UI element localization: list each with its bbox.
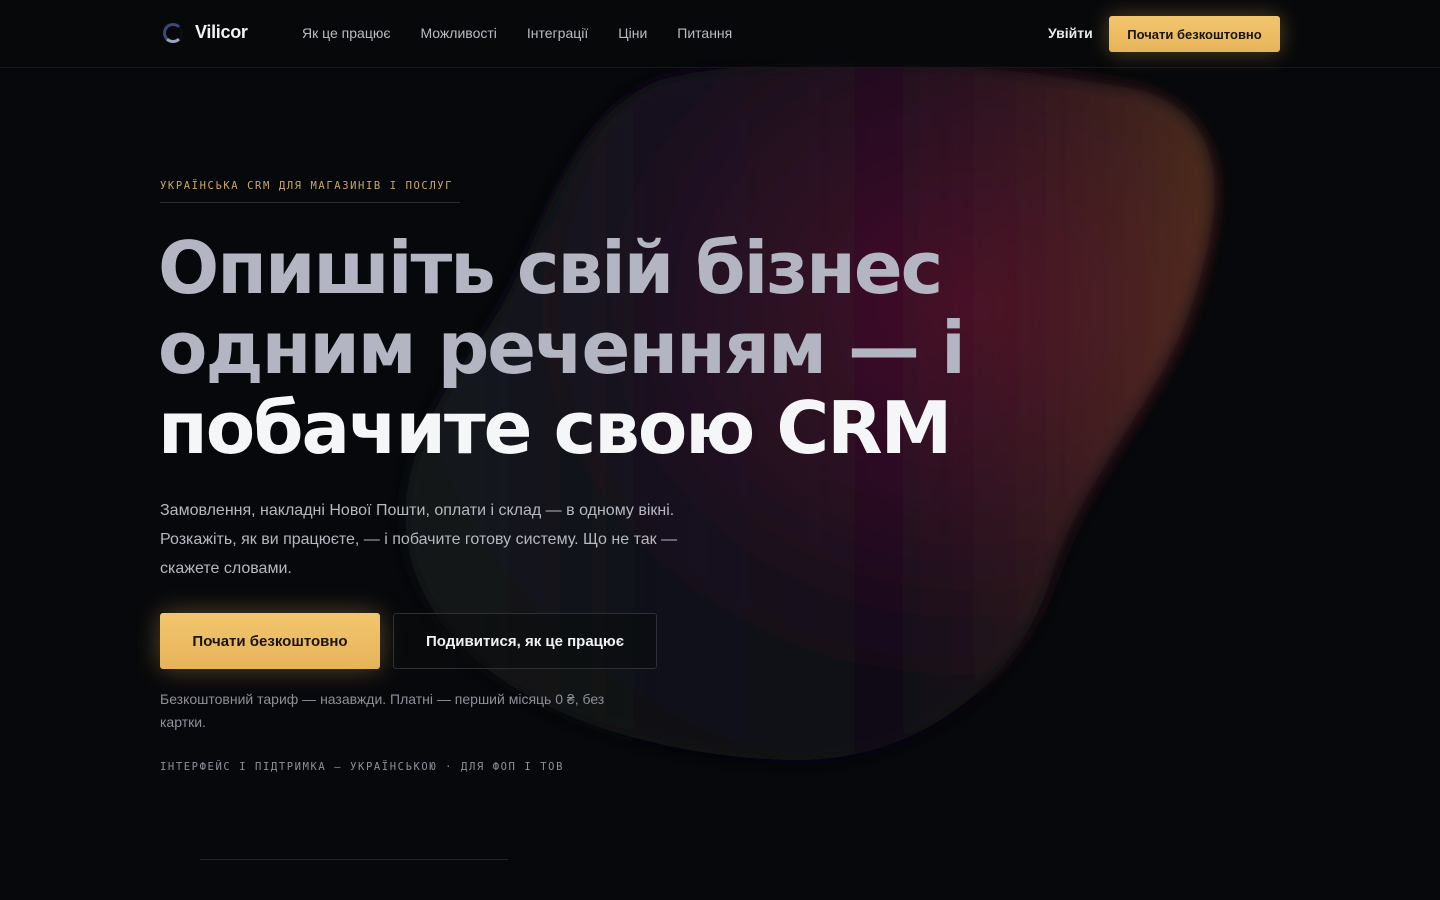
- nav-features[interactable]: Можливості: [420, 25, 496, 41]
- brand-logo[interactable]: Vilicor: [163, 22, 248, 43]
- hero-eyebrow: УКРАЇНСЬКА CRM ДЛЯ МАГАЗИНІВ І ПОСЛУГ: [160, 180, 460, 203]
- nav-pricing[interactable]: Ціни: [618, 25, 647, 41]
- header-start-free-button[interactable]: Почати безкоштовно: [1109, 16, 1280, 52]
- pricing-note: Безкоштовний тариф — назавжди. Платні — …: [160, 691, 605, 730]
- start-free-button[interactable]: Почати безкоштовно: [160, 613, 380, 669]
- support-tagline: ІНТЕРФЕЙС І ПІДТРИМКА — УКРАЇНСЬКОЮ · ДЛ…: [160, 761, 564, 773]
- ring-logo-icon: [163, 22, 183, 43]
- headline-line-1: Опишіть свій бізнес: [158, 226, 943, 310]
- hero-headline: Опишіть свій бізнес одним реченням — і п…: [158, 228, 1158, 468]
- main-nav: Як це працює Можливості Інтеграції Ціни …: [302, 25, 732, 41]
- nav-faq[interactable]: Питання: [677, 25, 732, 41]
- nav-integrations[interactable]: Інтеграції: [527, 25, 588, 41]
- divider: [200, 859, 508, 860]
- nav-how-it-works[interactable]: Як це працює: [302, 25, 390, 41]
- headline-line-2: одним реченням — і: [158, 306, 966, 390]
- see-how-it-works-button[interactable]: Подивитися, як це працює: [393, 613, 657, 669]
- headline-line-3: побачите свою CRM: [158, 386, 952, 470]
- brand-name: Vilicor: [195, 22, 248, 42]
- site-header: Vilicor Як це працює Можливості Інтеграц…: [0, 0, 1440, 68]
- hero-lead: Замовлення, накладні Нової Пошти, оплати…: [160, 502, 678, 577]
- login-link[interactable]: Увійти: [1048, 25, 1093, 41]
